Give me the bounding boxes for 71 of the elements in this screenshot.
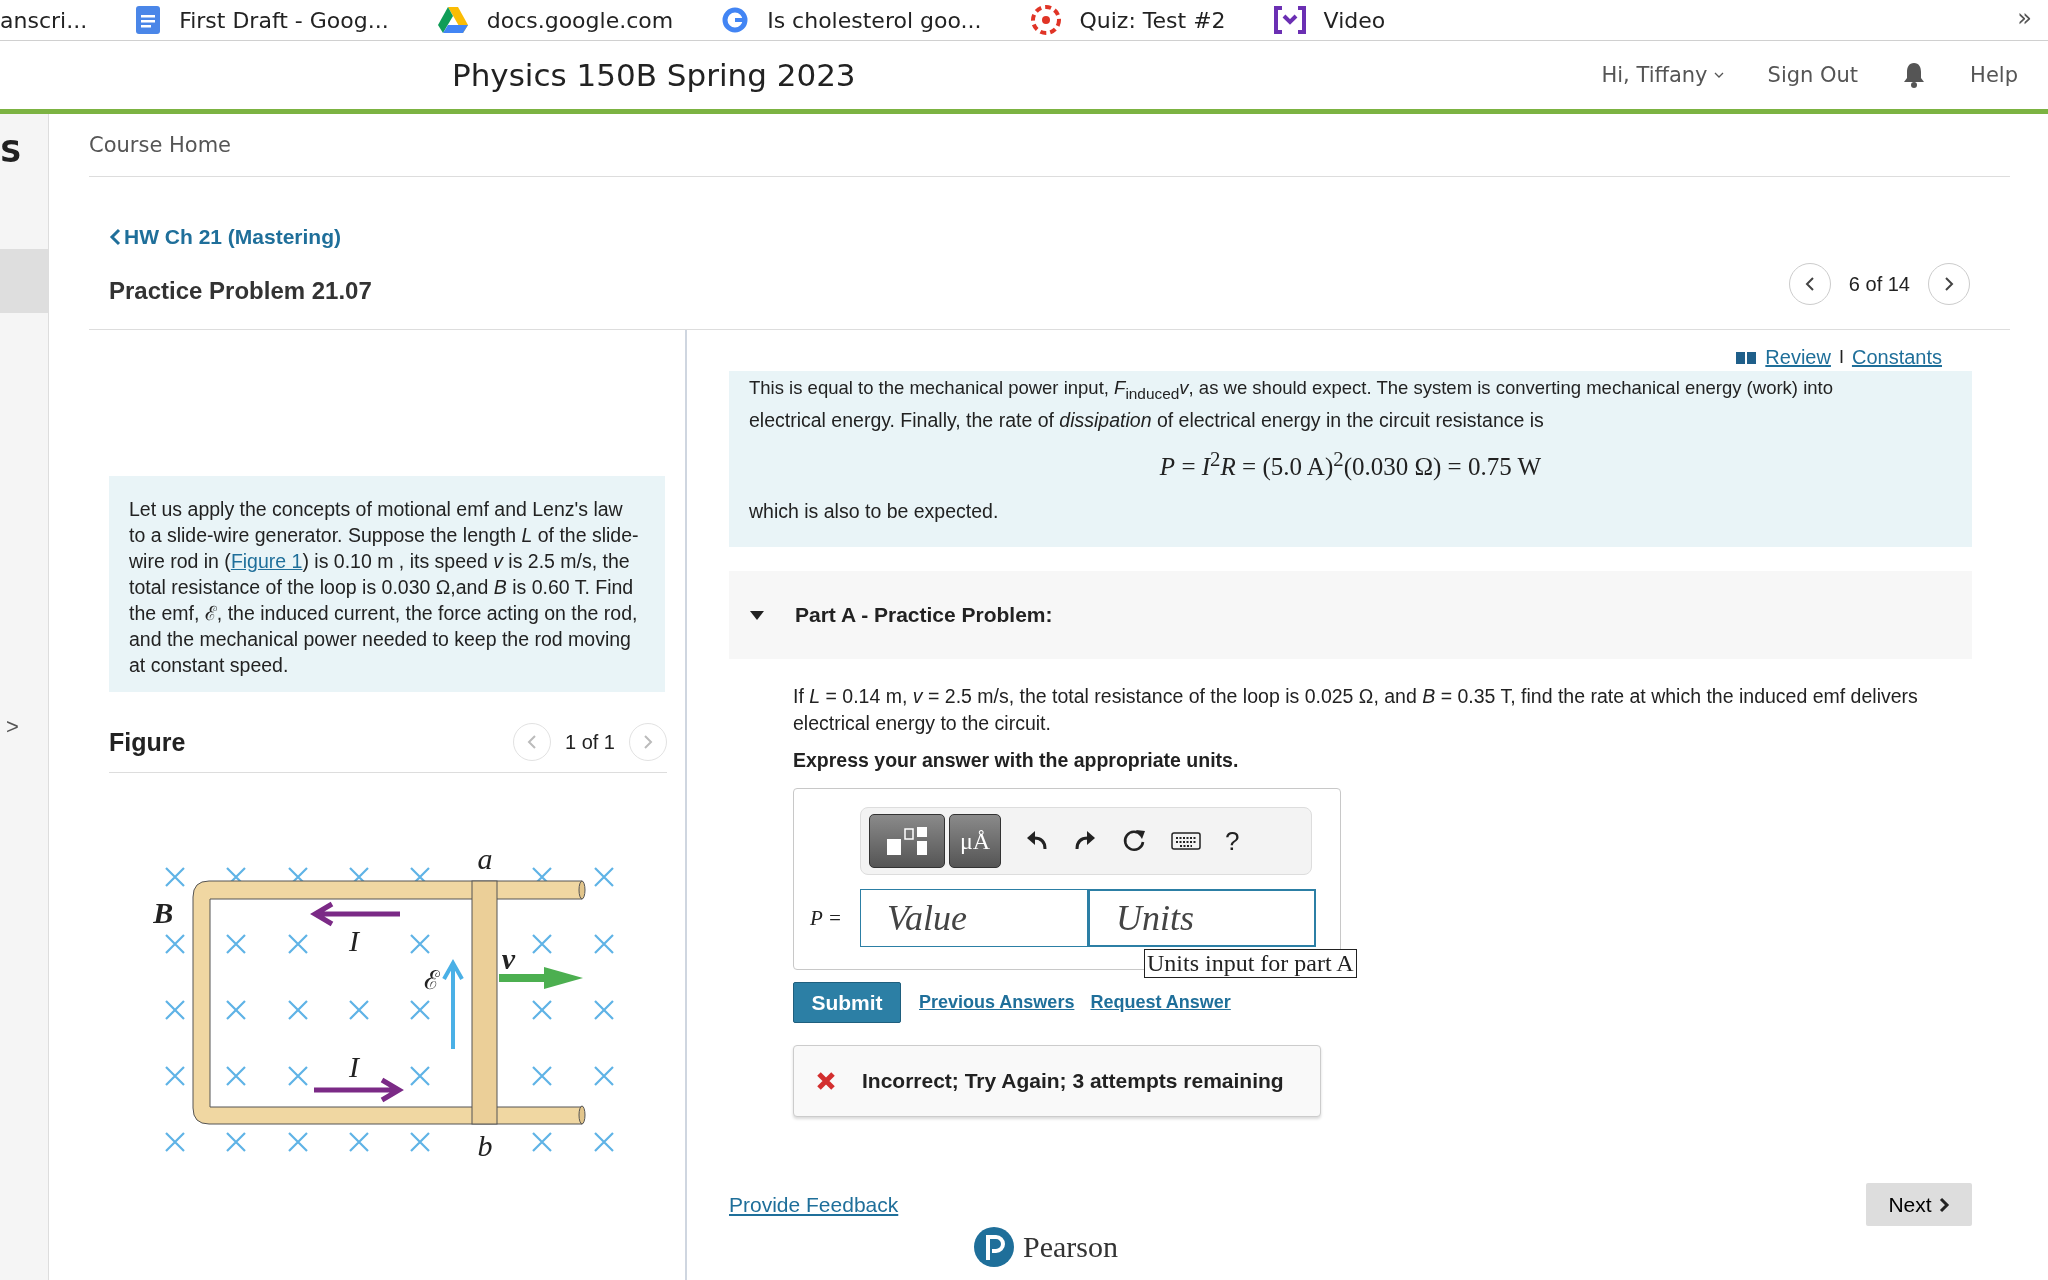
help-link[interactable]: Help xyxy=(1970,63,2018,87)
figure-label: ℰ xyxy=(424,965,440,995)
browser-tab[interactable]: docs.google.com xyxy=(486,7,674,33)
assignment-link[interactable]: HW Ch 21 (Mastering) xyxy=(109,225,372,249)
templates-button[interactable] xyxy=(869,814,945,868)
sidebar-letter: S xyxy=(0,134,22,169)
help-button[interactable]: ? xyxy=(1225,825,1240,857)
page-count: 1 of 1 xyxy=(564,730,615,754)
bell-icon[interactable] xyxy=(1902,61,1927,89)
reset-icon[interactable] xyxy=(1121,828,1147,854)
browser-tab[interactable]: Quiz: Test #2 xyxy=(1079,7,1226,33)
more-tabs-button[interactable]: » xyxy=(2017,4,2032,32)
chevron-right-icon xyxy=(1937,1195,1950,1214)
figure-label: I xyxy=(349,924,359,957)
figure-label: B⃗ xyxy=(153,896,197,929)
bracket-icon xyxy=(1273,6,1306,34)
equation: P = I$^{2}$R = (5.0 A)$^{2}$(0.030 Ω) = 0.75 W xyxy=(1159,445,1542,480)
chevron-right-icon xyxy=(643,734,653,750)
footer-logo-text: Pearson xyxy=(1023,1230,1118,1264)
chevron-left-icon xyxy=(109,228,121,246)
chevron-left-icon xyxy=(1803,275,1816,293)
chevron-left-icon xyxy=(526,734,537,750)
cross-icon xyxy=(816,1071,836,1091)
units-field[interactable]: Units xyxy=(1088,889,1316,947)
request-answer-link[interactable]: Request Answer xyxy=(1090,992,1231,1013)
units-button[interactable]: μÅ xyxy=(949,814,1001,868)
chevron-right-icon xyxy=(1943,275,1955,293)
constants-link[interactable]: Constants xyxy=(1851,346,1942,369)
browser-tab[interactable]: anscri... xyxy=(0,7,88,33)
explanation-text: which is also to be expected. xyxy=(749,499,1000,524)
browser-tab[interactable]: Video xyxy=(1323,7,1386,33)
browser-tab[interactable]: Is cholesterol goo... xyxy=(767,7,982,33)
explanation-text: electrical energy. Finally, the rate of dissipation of electrical energy in the circuit resistance is xyxy=(749,407,1545,433)
user-menu[interactable]: Hi, Tiffany xyxy=(1601,63,1724,87)
part-title: Part A - Practice Problem: xyxy=(795,603,1053,627)
figure-heading: Figure xyxy=(109,727,186,757)
figure-label: a xyxy=(477,842,493,875)
provide-feedback-link[interactable]: Provide Feedback xyxy=(729,1192,899,1217)
document-icon xyxy=(135,5,162,35)
tooltip: Units input for part A xyxy=(1144,949,1357,978)
figure-label: v⃗ xyxy=(501,942,539,975)
problem-title: Practice Problem 21.07 xyxy=(109,277,372,305)
submit-button[interactable]: Submit xyxy=(793,982,901,1023)
value-field[interactable]: Value xyxy=(860,889,1088,947)
badge-icon xyxy=(1029,5,1062,35)
breadcrumb-link[interactable]: Course Home xyxy=(89,133,231,157)
review-link[interactable]: Review xyxy=(1765,346,1831,369)
figure-label: b xyxy=(477,1129,493,1162)
figure-label: I xyxy=(349,1050,359,1083)
g-letter-icon xyxy=(721,6,750,34)
book-icon xyxy=(1735,350,1758,365)
page-count: 6 of 14 xyxy=(1848,272,1910,296)
feedback-text: Incorrect; Try Again; 3 attempts remaining xyxy=(862,1069,1284,1093)
variable-label: P = xyxy=(810,905,843,931)
browser-tab[interactable]: First Draft - Goog... xyxy=(179,7,389,33)
previous-answers-link[interactable]: Previous Answers xyxy=(919,992,1075,1013)
caret-icon xyxy=(1713,71,1724,79)
course-title: Physics 150B Spring 2023 xyxy=(452,57,856,93)
instruction-text: Express your answer with the appropriate units. xyxy=(793,749,1239,772)
keyboard-icon[interactable] xyxy=(1171,832,1201,850)
explanation-text: This is equal to the mechanical power input, F$_{induced}$v, as we should expect. The system is converting mechanical energy (work) into xyxy=(749,376,1834,404)
question-text: If L = 0.14 m, v = 2.5 m/s, the total resistance of the loop is 0.025 Ω, and B = 0.35 T, find the rate at which the induced emf delivers electrical energy to the circuit. xyxy=(793,684,1919,736)
triangle-icon xyxy=(436,6,469,34)
problem-intro: Let us apply the concepts of motional emf and Lenz's law to a slide-wire generator. Suppose the length L of the slide-wire rod in (Figure 1) is 0.10 m , its speed v is 2.5 m/s, the total resistance of the loop is 0.030 Ω,and B is 0.60 T. Find the emf, ℰ, the induced current, the force acting on the rod, and the mechanical power needed to keep the rod moving at constant speed. xyxy=(109,476,665,692)
sign-out-link[interactable]: Sign Out xyxy=(1767,63,1859,87)
figure-link[interactable]: Figure 1 xyxy=(230,550,303,572)
expand-sidebar-button[interactable]: > xyxy=(6,714,19,740)
logo-icon xyxy=(973,1226,1015,1268)
next-button[interactable]: Next xyxy=(1866,1183,1972,1226)
part-header[interactable]: Part A - Practice Problem: xyxy=(729,571,1972,659)
separator: I xyxy=(1838,347,1844,368)
